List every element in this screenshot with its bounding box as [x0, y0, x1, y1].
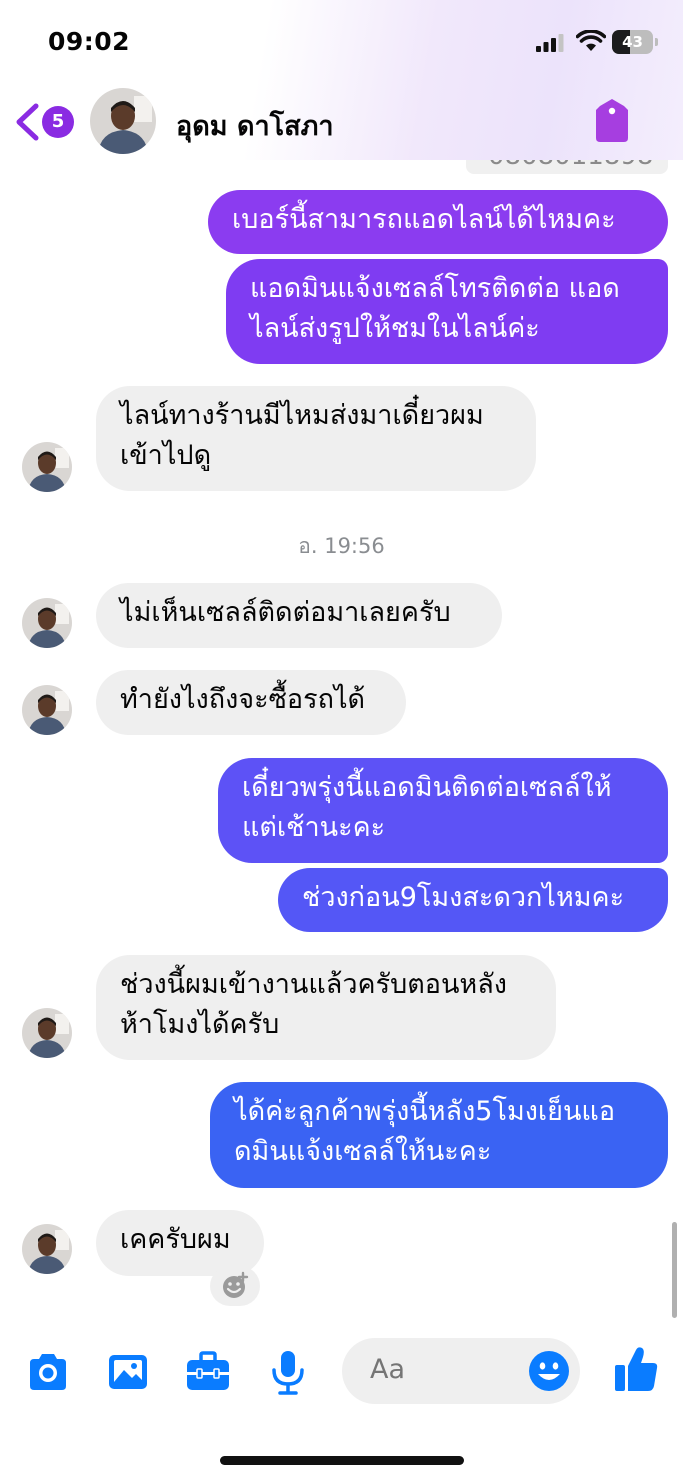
chat-header: 5 อุดม ดาโสภา	[0, 82, 683, 162]
message-thread[interactable]: 0808011898 เบอร์นี้สามารถแอดไลน์ได้ไหมคะ…	[0, 160, 683, 1320]
timestamp: อ. 19:56	[298, 534, 385, 558]
outgoing-message[interactable]: ช่วงก่อน9โมงสะดวกไหมคะ	[278, 868, 668, 932]
incoming-message[interactable]: ไม่เห็นเซลล์ติดต่อมาเลยครับ	[96, 583, 502, 648]
battery-percent: 43	[622, 33, 643, 51]
contact-name[interactable]: อุดม ดาโสภา	[176, 104, 334, 147]
status-bar: 09:02 43	[0, 0, 683, 80]
contact-avatar-small	[22, 1224, 72, 1274]
outgoing-message[interactable]: เดี๋ยวพรุ่งนี้แอดมินติดต่อเซลล์ให้ แต่เช…	[218, 758, 668, 863]
incoming-message[interactable]: ทำยังไงถึงจะซื้อรถได้	[96, 670, 406, 735]
contact-avatar[interactable]	[90, 88, 156, 154]
scrollbar[interactable]	[672, 1222, 677, 1318]
wifi-icon	[576, 30, 606, 51]
cellular-signal-icon	[536, 34, 564, 52]
previous-message-fragment: 0808011898	[466, 160, 668, 174]
outgoing-message[interactable]: ได้ค่ะลูกค้าพรุ่งนี้หลัง5โมงเย็นแอ ดมินแ…	[210, 1082, 668, 1188]
contact-avatar-small	[22, 442, 72, 492]
battery-icon: 43	[612, 30, 658, 54]
add-reaction-button[interactable]	[210, 1266, 260, 1306]
incoming-message[interactable]: ช่วงนี้ผมเข้างานแล้วครับตอนหลัง ห้าโมงได…	[96, 955, 556, 1060]
thumbs-up-icon[interactable]	[612, 1344, 660, 1394]
toolbox-icon[interactable]	[184, 1348, 232, 1396]
unread-count-badge[interactable]: 5	[42, 106, 74, 138]
outgoing-message[interactable]: เบอร์นี้สามารถแอดไลน์ได้ไหมคะ	[208, 190, 668, 254]
add-reaction-icon	[223, 1271, 249, 1298]
message-input[interactable]: Aa	[342, 1338, 580, 1404]
status-time: 09:02	[48, 27, 131, 56]
home-indicator	[220, 1456, 464, 1465]
message-input-placeholder: Aa	[370, 1354, 406, 1385]
outgoing-message[interactable]: แอดมินแจ้งเซลล์โทรติดต่อ แอด ไลน์ส่งรูปใ…	[226, 259, 668, 364]
back-chevron-icon[interactable]	[14, 102, 40, 142]
camera-icon[interactable]	[24, 1348, 72, 1396]
composer-bar: Aa	[0, 1330, 683, 1414]
label-tag-icon[interactable]	[592, 98, 632, 144]
contact-avatar-small	[22, 685, 72, 735]
microphone-icon[interactable]	[264, 1348, 312, 1396]
contact-avatar-small	[22, 598, 72, 648]
contact-avatar-small	[22, 1008, 72, 1058]
incoming-message[interactable]: ไลน์ทางร้านมีไหมส่งมาเดี๋ยวผม เข้าไปดู	[96, 386, 536, 491]
gallery-icon[interactable]	[104, 1348, 152, 1396]
emoji-icon[interactable]	[528, 1350, 570, 1392]
